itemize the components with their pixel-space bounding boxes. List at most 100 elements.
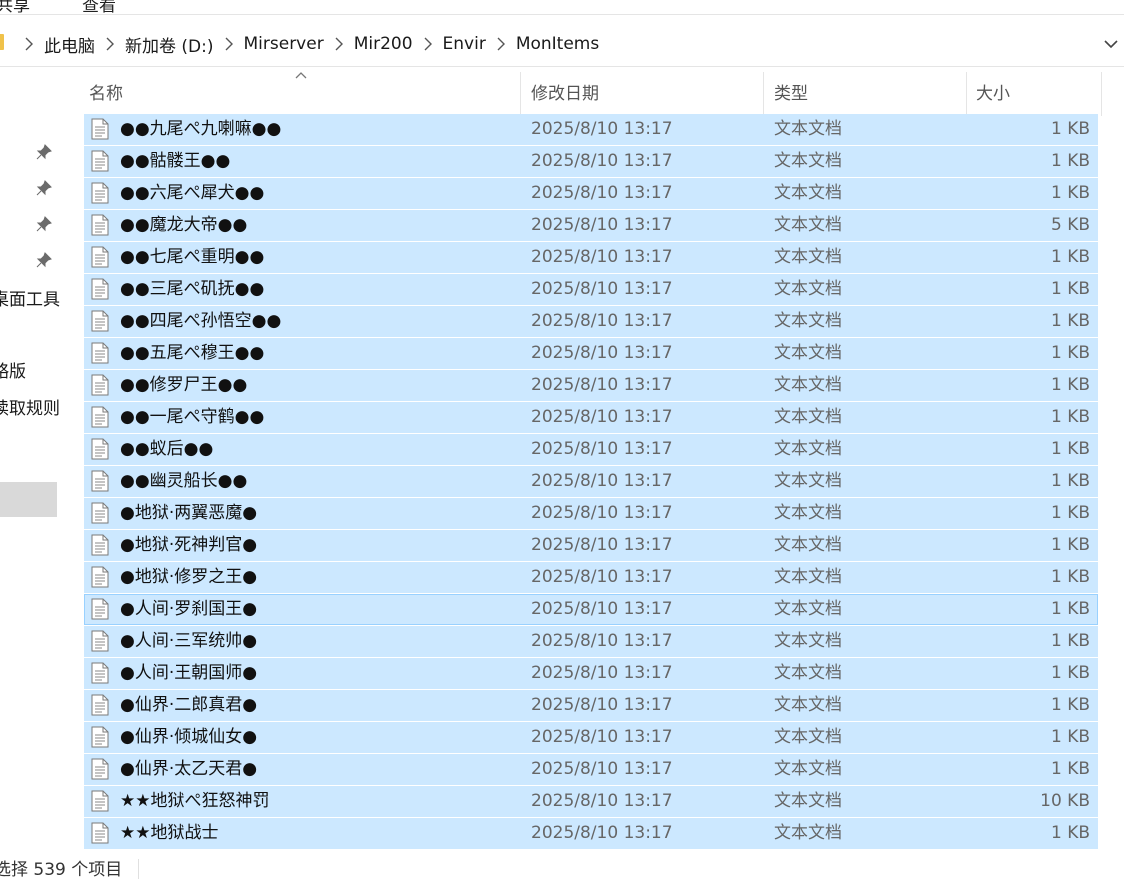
- file-date-modified: 2025/8/10 13:17: [531, 663, 673, 683]
- file-size: 1 KB: [1050, 471, 1090, 491]
- file-size: 1 KB: [1050, 695, 1090, 715]
- file-row[interactable]: ●●一尾ぺ守鹤●● 2025/8/10 13:17 文本文档 1 KB: [84, 402, 1098, 433]
- file-row[interactable]: ●地狱·修罗之王● 2025/8/10 13:17 文本文档 1 KB: [84, 562, 1098, 593]
- file-type: 文本文档: [774, 407, 842, 427]
- file-type: 文本文档: [774, 215, 842, 235]
- file-name: ●地狱·两翼恶魔●: [120, 503, 258, 523]
- ribbon-tab-view[interactable]: 查看: [82, 0, 116, 14]
- pin-icon[interactable]: [36, 252, 52, 268]
- file-name: ●仙界·二郎真君●: [120, 695, 258, 715]
- pin-icon[interactable]: [36, 144, 52, 160]
- file-row[interactable]: ●●幽灵船长●● 2025/8/10 13:17 文本文档 1 KB: [84, 466, 1098, 497]
- file-name: ★★地狱战士: [120, 823, 219, 843]
- file-row[interactable]: ★★地狱战士 2025/8/10 13:17 文本文档 1 KB: [84, 818, 1098, 849]
- file-name: ●地狱·修罗之王●: [120, 567, 258, 587]
- chevron-down-icon[interactable]: [1102, 35, 1120, 53]
- file-type: 文本文档: [774, 759, 842, 779]
- file-row[interactable]: ●●蚁后●● 2025/8/10 13:17 文本文档 1 KB: [84, 434, 1098, 465]
- chevron-right-icon[interactable]: [22, 37, 36, 51]
- file-row[interactable]: ●●四尾ぺ孙悟空●● 2025/8/10 13:17 文本文档 1 KB: [84, 306, 1098, 337]
- file-row[interactable]: ●人间·王朝国师● 2025/8/10 13:17 文本文档 1 KB: [84, 658, 1098, 689]
- breadcrumb-envir[interactable]: Envir: [435, 34, 494, 54]
- file-list: ●●九尾ぺ九喇嘛●● 2025/8/10 13:17 文本文档 1 KB ●●骷髅王●●…: [84, 114, 1098, 850]
- file-row[interactable]: ●地狱·两翼恶魔● 2025/8/10 13:17 文本文档 1 KB: [84, 498, 1098, 529]
- file-date-modified: 2025/8/10 13:17: [531, 535, 673, 555]
- file-size: 10 KB: [1040, 791, 1090, 811]
- chevron-right-icon[interactable]: [222, 37, 236, 51]
- text-document-icon: [91, 822, 109, 844]
- file-row[interactable]: ●地狱·死神判官● 2025/8/10 13:17 文本文档 1 KB: [84, 530, 1098, 561]
- file-row[interactable]: ●人间·罗刹国王● 2025/8/10 13:17 文本文档 1 KB: [84, 594, 1098, 625]
- text-document-icon: [91, 502, 109, 524]
- file-name: ●●七尾ぺ重明●●: [120, 247, 265, 267]
- pin-icon[interactable]: [36, 180, 52, 196]
- column-name[interactable]: 名称: [84, 72, 521, 116]
- file-date-modified: 2025/8/10 13:17: [531, 439, 673, 459]
- file-type: 文本文档: [774, 535, 842, 555]
- file-type: 文本文档: [774, 823, 842, 843]
- breadcrumb-mir200[interactable]: Mir200: [346, 34, 421, 54]
- file-row[interactable]: ●●骷髅王●● 2025/8/10 13:17 文本文档 1 KB: [84, 146, 1098, 177]
- file-type: 文本文档: [774, 631, 842, 651]
- file-date-modified: 2025/8/10 13:17: [531, 759, 673, 779]
- column-date-modified[interactable]: 修改日期: [526, 72, 764, 116]
- text-document-icon: [91, 246, 109, 268]
- file-date-modified: 2025/8/10 13:17: [531, 567, 673, 587]
- chevron-right-icon[interactable]: [332, 37, 346, 51]
- file-name: ●仙界·倾城仙女●: [120, 727, 258, 747]
- file-size: 1 KB: [1050, 599, 1090, 619]
- file-name: ●●幽灵船长●●: [120, 471, 248, 491]
- text-document-icon: [91, 566, 109, 588]
- file-row[interactable]: ●●六尾ぺ犀犬●● 2025/8/10 13:17 文本文档 1 KB: [84, 178, 1098, 209]
- nav-item-lite[interactable]: 略版: [0, 357, 26, 382]
- text-document-icon: [91, 598, 109, 620]
- file-row[interactable]: ●人间·三军统帅● 2025/8/10 13:17 文本文档 1 KB: [84, 626, 1098, 657]
- file-size: 1 KB: [1050, 823, 1090, 843]
- file-size: 1 KB: [1050, 503, 1090, 523]
- file-type: 文本文档: [774, 119, 842, 139]
- file-date-modified: 2025/8/10 13:17: [531, 279, 673, 299]
- address-bar[interactable]: 此电脑 新加卷 (D:) Mirserver Mir200 Envir MonI…: [0, 22, 1124, 67]
- file-size: 1 KB: [1050, 279, 1090, 299]
- status-divider: [138, 859, 139, 879]
- file-row[interactable]: ●●魔龙大帝●● 2025/8/10 13:17 文本文档 5 KB: [84, 210, 1098, 241]
- column-type[interactable]: 类型: [769, 72, 967, 116]
- file-size: 1 KB: [1050, 311, 1090, 331]
- nav-item-read-rules[interactable]: 读取规则: [0, 394, 60, 419]
- nav-item-selected[interactable]: [0, 482, 57, 517]
- file-date-modified: 2025/8/10 13:17: [531, 343, 673, 363]
- breadcrumb-monitems[interactable]: MonItems: [508, 34, 607, 54]
- breadcrumb: 此电脑 新加卷 (D:) Mirserver Mir200 Envir MonI…: [22, 22, 607, 66]
- breadcrumb-this-pc[interactable]: 此电脑: [36, 32, 103, 57]
- breadcrumb-drive-d[interactable]: 新加卷 (D:): [117, 32, 222, 57]
- file-type: 文本文档: [774, 439, 842, 459]
- file-date-modified: 2025/8/10 13:17: [531, 247, 673, 267]
- column-size[interactable]: 大小: [971, 72, 1102, 116]
- file-row[interactable]: ★★地狱ぺ狂怒神罚 2025/8/10 13:17 文本文档 10 KB: [84, 786, 1098, 817]
- file-size: 1 KB: [1050, 343, 1090, 363]
- file-row[interactable]: ●仙界·倾城仙女● 2025/8/10 13:17 文本文档 1 KB: [84, 722, 1098, 753]
- text-document-icon: [91, 694, 109, 716]
- file-row[interactable]: ●●修罗尸王●● 2025/8/10 13:17 文本文档 1 KB: [84, 370, 1098, 401]
- file-date-modified: 2025/8/10 13:17: [531, 407, 673, 427]
- file-date-modified: 2025/8/10 13:17: [531, 695, 673, 715]
- file-row[interactable]: ●仙界·太乙天君● 2025/8/10 13:17 文本文档 1 KB: [84, 754, 1098, 785]
- nav-item-desktop-tools[interactable]: 桌面工具: [0, 285, 60, 310]
- chevron-right-icon[interactable]: [494, 37, 508, 51]
- file-row[interactable]: ●●九尾ぺ九喇嘛●● 2025/8/10 13:17 文本文档 1 KB: [84, 114, 1098, 145]
- breadcrumb-mirserver[interactable]: Mirserver: [236, 34, 332, 54]
- file-row[interactable]: ●●七尾ぺ重明●● 2025/8/10 13:17 文本文档 1 KB: [84, 242, 1098, 273]
- file-date-modified: 2025/8/10 13:17: [531, 375, 673, 395]
- file-row[interactable]: ●●三尾ぺ矶抚●● 2025/8/10 13:17 文本文档 1 KB: [84, 274, 1098, 305]
- chevron-right-icon[interactable]: [103, 37, 117, 51]
- text-document-icon: [91, 182, 109, 204]
- navigation-pane: 桌面工具 略版 读取规则: [0, 70, 60, 850]
- chevron-right-icon[interactable]: [421, 37, 435, 51]
- ribbon-tab-share[interactable]: 共享: [0, 0, 30, 14]
- pin-icon[interactable]: [36, 216, 52, 232]
- text-document-icon: [91, 214, 109, 236]
- file-row[interactable]: ●●五尾ぺ穆王●● 2025/8/10 13:17 文本文档 1 KB: [84, 338, 1098, 369]
- file-size: 1 KB: [1050, 407, 1090, 427]
- file-name: ★★地狱ぺ狂怒神罚: [120, 791, 270, 811]
- file-row[interactable]: ●仙界·二郎真君● 2025/8/10 13:17 文本文档 1 KB: [84, 690, 1098, 721]
